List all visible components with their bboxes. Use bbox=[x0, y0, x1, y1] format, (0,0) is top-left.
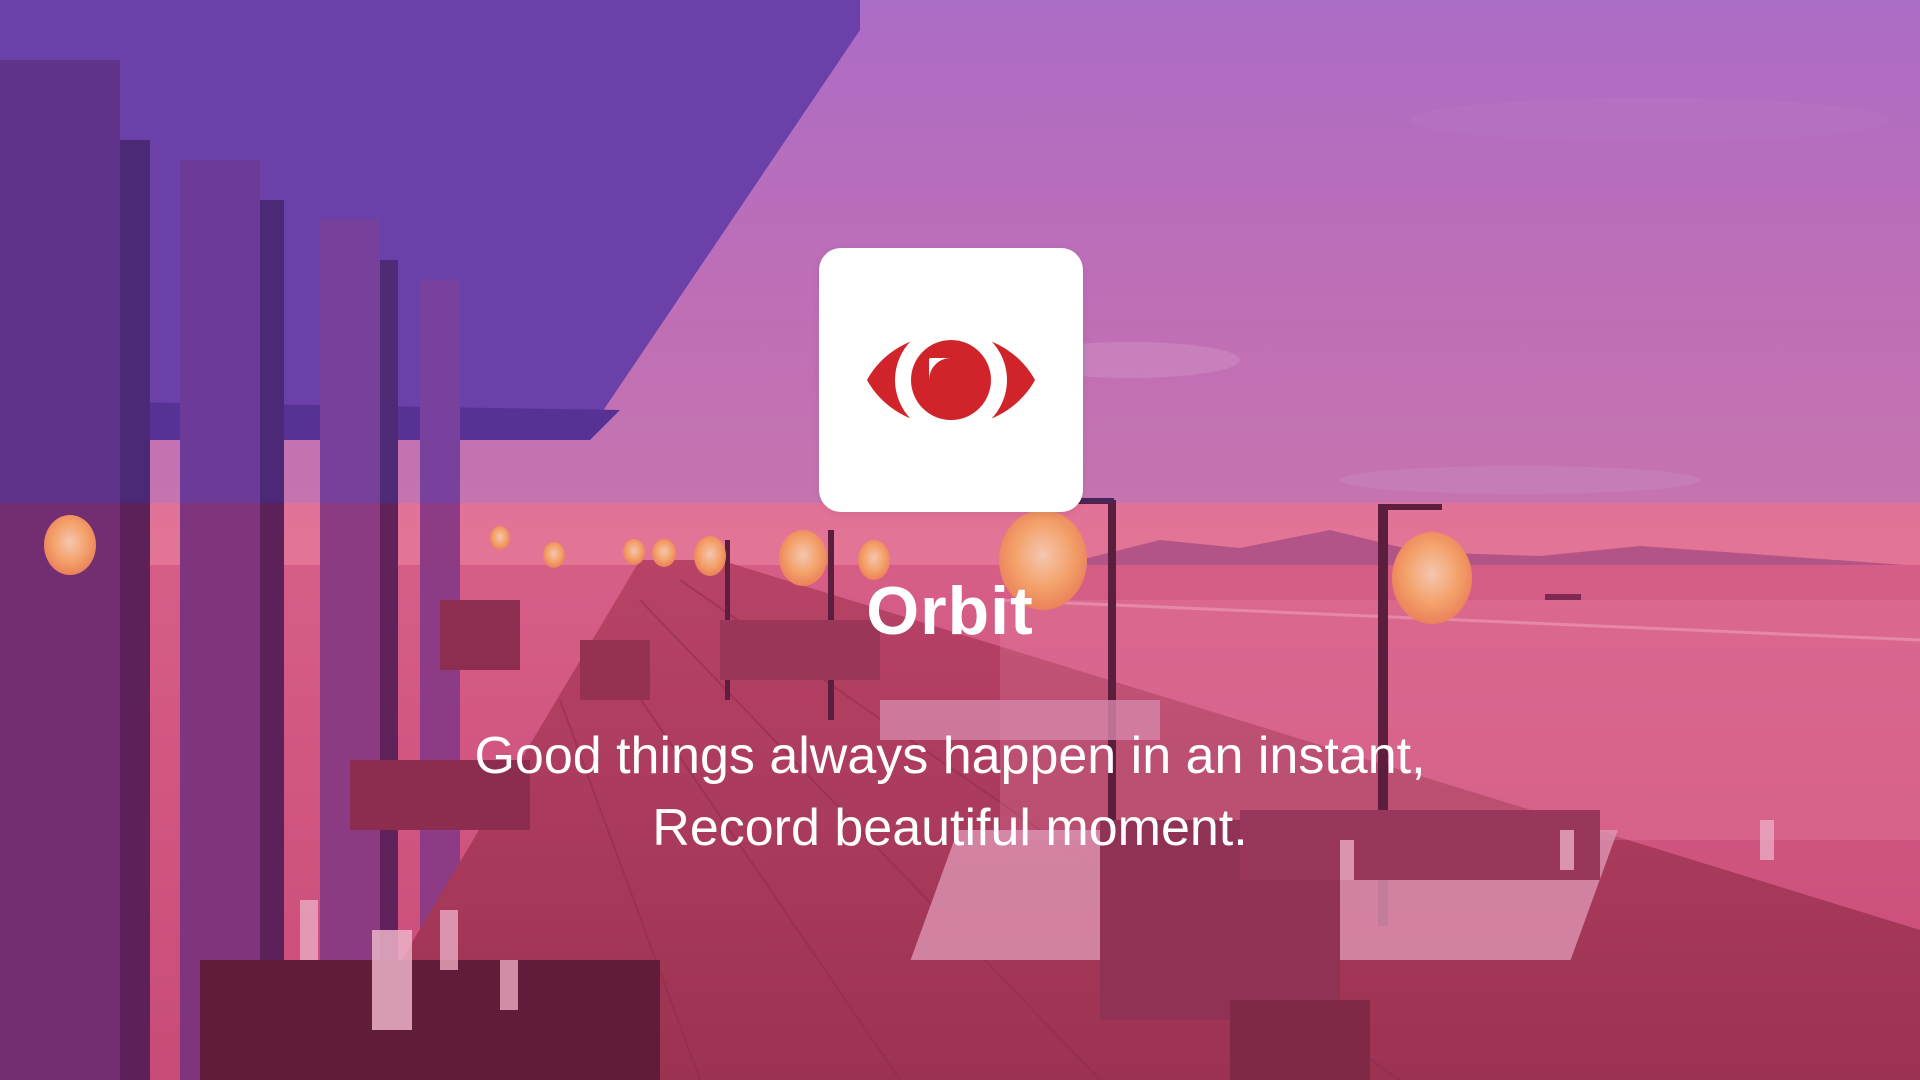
eye-icon bbox=[867, 324, 1035, 436]
tagline-line-2: Record beautiful moment. bbox=[652, 799, 1248, 857]
splash-screen: Orbit Good things always happen in an in… bbox=[0, 0, 1920, 1080]
app-title: Orbit bbox=[866, 573, 1034, 649]
tagline: Good things always happen in an instant,… bbox=[0, 720, 1900, 864]
tagline-line-1: Good things always happen in an instant, bbox=[474, 727, 1426, 785]
app-logo bbox=[819, 248, 1083, 512]
